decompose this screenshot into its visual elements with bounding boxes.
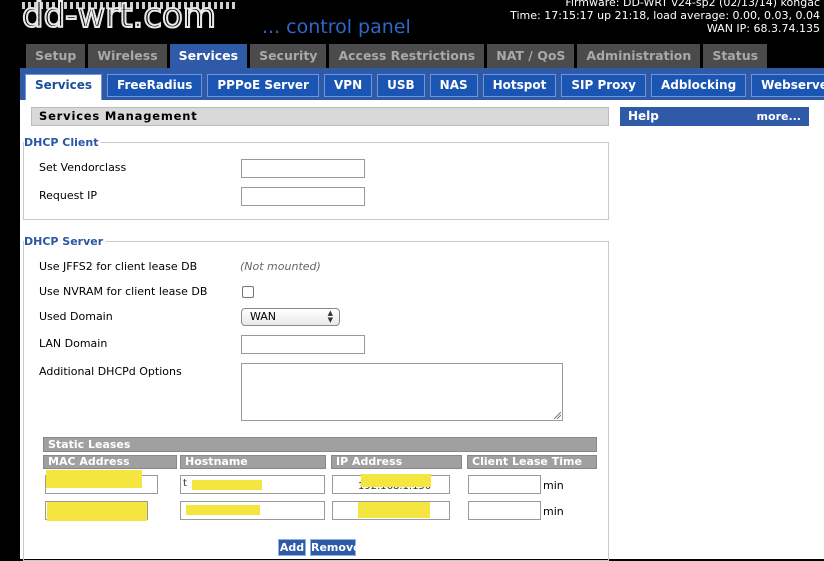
lease-time-input[interactable] <box>468 501 541 520</box>
dhcp-server-legend: DHCP Server <box>24 235 107 248</box>
col-ip-address: IP Address <box>331 455 462 469</box>
tab-wireless[interactable]: Wireless <box>88 44 167 68</box>
tab-administration[interactable]: Administration <box>577 44 701 68</box>
col-mac-address: MAC Address <box>43 455 177 469</box>
jffs2-label: Use JFFS2 for client lease DB <box>39 260 198 273</box>
col-hostname: Hostname <box>180 455 326 469</box>
firmware-version: Firmware: DD-WRT v24-sp2 (02/13/14) kong… <box>565 0 820 9</box>
static-leases-title: Static Leases <box>43 437 597 452</box>
resize-grip-icon[interactable] <box>553 411 561 419</box>
dhcp-client-fieldset <box>23 142 609 220</box>
redaction-mark <box>361 474 431 487</box>
subtab-vpn[interactable]: VPN <box>323 74 373 97</box>
lease-unit: min <box>543 505 564 518</box>
tab-services[interactable]: Services <box>169 44 248 68</box>
request-ip-label: Request IP <box>39 189 98 202</box>
subtab-services[interactable]: Services <box>25 74 103 100</box>
tab-setup[interactable]: Setup <box>26 44 86 68</box>
subtab-webserver[interactable]: Webserver <box>751 74 824 97</box>
tab-access-restrictions[interactable]: Access Restrictions <box>329 44 485 68</box>
control-panel-tagline: ... control panel <box>262 16 411 38</box>
subtab-nas[interactable]: NAS <box>429 74 478 97</box>
redaction-mark <box>46 470 142 488</box>
help-panel-header: Help more... <box>620 107 809 126</box>
lan-domain-input[interactable] <box>241 335 365 354</box>
ddwrt-logo: dd-wrt.com <box>21 0 252 38</box>
vendorclass-input[interactable] <box>241 159 365 178</box>
help-title: Help <box>628 109 659 123</box>
sub-tabs: Services FreeRadius PPPoE Server VPN USB… <box>25 74 824 100</box>
tab-nat-qos[interactable]: NAT / QoS <box>487 44 575 68</box>
remove-button[interactable]: Remove <box>310 539 361 556</box>
col-client-lease-time: Client Lease Time <box>467 455 597 469</box>
dhcpd-options-label: Additional DHCPd Options <box>39 365 182 378</box>
tab-status[interactable]: Status <box>703 44 768 68</box>
section-title: Services Management <box>31 107 609 126</box>
redaction-mark <box>47 502 147 521</box>
lan-domain-label: LAN Domain <box>39 337 108 350</box>
jffs2-status: (Not mounted) <box>240 260 321 273</box>
subtab-freeradius[interactable]: FreeRadius <box>107 74 203 97</box>
redaction-mark <box>186 505 260 515</box>
hostname-value: t <box>183 478 187 489</box>
used-domain-label: Used Domain <box>39 310 113 323</box>
uptime-load: Time: 17:15:17 up 21:18, load average: 0… <box>510 9 820 22</box>
subtab-sip-proxy[interactable]: SIP Proxy <box>561 74 646 97</box>
subtab-hotspot[interactable]: Hotspot <box>482 74 557 97</box>
used-domain-value: WAN <box>250 310 277 323</box>
wan-ip: WAN IP: 68.3.74.135 <box>706 22 820 35</box>
subtab-pppoe-server[interactable]: PPPoE Server <box>207 74 319 97</box>
content-area: Services Management Help more... DHCP Cl… <box>20 100 824 561</box>
help-more-link[interactable]: more... <box>757 107 801 126</box>
dhcp-client-legend: DHCP Client <box>24 136 102 149</box>
subtab-adblocking[interactable]: Adblocking <box>651 74 747 97</box>
vendorclass-label: Set Vendorclass <box>39 161 127 174</box>
logo-text: dd-wrt.com <box>21 0 217 37</box>
lease-unit: min <box>543 479 564 492</box>
lease-time-input[interactable] <box>468 475 541 494</box>
nvram-label: Use NVRAM for client lease DB <box>39 285 208 298</box>
dhcpd-options-textarea[interactable] <box>241 363 563 421</box>
header: dd-wrt.com ... control panel Firmware: D… <box>0 0 824 42</box>
redaction-mark <box>358 502 430 518</box>
nvram-checkbox[interactable] <box>242 286 254 298</box>
request-ip-input[interactable] <box>241 187 365 206</box>
add-button[interactable]: Add <box>278 539 306 556</box>
router-info: Firmware: DD-WRT v24-sp2 (02/13/14) kong… <box>510 0 820 35</box>
select-arrows-icon: ▲ ▼ <box>327 309 333 324</box>
main-tabs: Setup Wireless Services Security Access … <box>26 44 770 68</box>
subtab-usb[interactable]: USB <box>377 74 425 97</box>
tab-security[interactable]: Security <box>250 44 327 68</box>
used-domain-select[interactable]: WAN ▲ ▼ <box>241 308 340 326</box>
redaction-mark <box>192 480 262 490</box>
